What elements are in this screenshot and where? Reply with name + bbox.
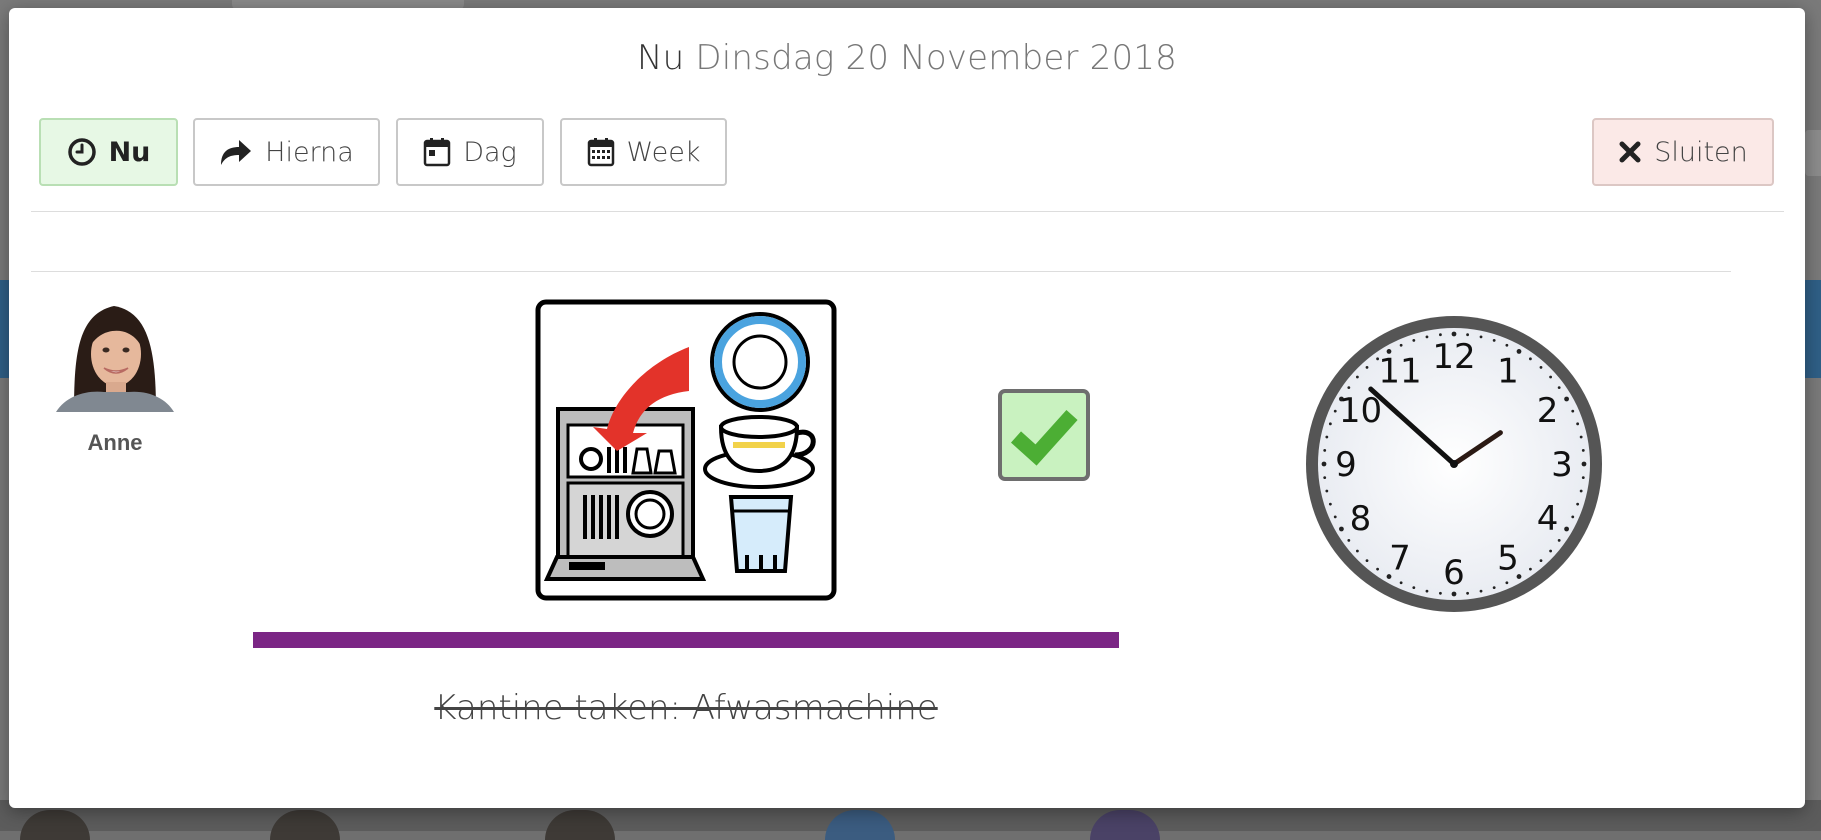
clock-tick [1529, 567, 1532, 571]
clock-tick [1365, 559, 1369, 563]
clock-numeral: 7 [1389, 539, 1411, 579]
clock-tick [1399, 343, 1403, 347]
clock-tick [1579, 435, 1583, 439]
clock-tick [1321, 461, 1327, 467]
clock-tick [1439, 333, 1442, 337]
clock-numeral: 5 [1497, 539, 1519, 579]
now-button-label: Nu [108, 136, 151, 168]
clock-tick [1466, 591, 1469, 595]
close-button-label: Sluiten [1654, 136, 1748, 168]
share-arrow-icon [221, 140, 252, 165]
clock-numeral: 1 [1497, 351, 1519, 391]
clock-tick [1479, 335, 1483, 339]
content-divider [31, 271, 1731, 272]
clock-tick [1325, 489, 1329, 493]
clock-numeral: 2 [1537, 391, 1559, 431]
clock-tick [1355, 549, 1359, 553]
analog-clock: 1 2 3 4 5 6 7 8 9 10 11 12 [1302, 312, 1606, 616]
clock-tick [1333, 515, 1337, 519]
task-label: Kantine taken: Afwasmachine [434, 688, 938, 728]
calendar-icon [423, 138, 451, 167]
clock-tick [1399, 581, 1403, 585]
clock-tick [1412, 338, 1416, 342]
next-button[interactable]: Hierna [193, 118, 380, 186]
clock-tick [1557, 386, 1561, 389]
task-done-checkbox[interactable] [998, 389, 1090, 481]
clock-tick [1549, 549, 1553, 553]
page-title: Nu Dinsdag 20 November 2018 [9, 38, 1805, 78]
day-button-label: Dag [463, 136, 517, 168]
clock-tick [1564, 526, 1569, 532]
clock-numeral: 4 [1537, 499, 1559, 539]
clock-numeral: 11 [1378, 351, 1421, 391]
clock-tick [1425, 589, 1429, 593]
week-button[interactable]: Week [560, 118, 727, 186]
clock-numeral: 6 [1443, 553, 1465, 593]
clock-tick [1339, 526, 1344, 532]
clock-tick [1347, 539, 1351, 542]
clock-tick [1323, 449, 1327, 452]
clock-numeral: 9 [1335, 445, 1357, 485]
clock-tick [1557, 539, 1561, 542]
clock-tick [1492, 586, 1496, 590]
next-button-label: Hierna [265, 136, 354, 168]
clock-tick [1571, 515, 1575, 519]
day-button[interactable]: Dag [396, 118, 544, 186]
clock-tick [1466, 333, 1469, 337]
clock-icon [67, 138, 96, 166]
clock-tick [1571, 409, 1575, 413]
calendar-week-icon [587, 138, 614, 167]
title-now-word: Nu [636, 38, 685, 78]
clock-numeral: 10 [1339, 391, 1382, 431]
clock-tick [1549, 375, 1553, 379]
clock-tick [1328, 422, 1332, 426]
clock-tick [1376, 567, 1379, 571]
clock-tick [1439, 591, 1442, 595]
clock-tick [1492, 338, 1496, 342]
close-button[interactable]: Sluiten [1592, 118, 1774, 186]
clock-tick [1479, 589, 1483, 593]
clock-tick [1365, 365, 1369, 369]
clock-tick [1328, 502, 1332, 506]
clock-tick [1579, 489, 1583, 493]
week-button-label: Week [626, 136, 701, 168]
clock-tick [1576, 422, 1580, 426]
clock-tick [1529, 357, 1532, 361]
now-modal: Nu Dinsdag 20 November 2018 Nu Hierna Da… [9, 8, 1805, 808]
clock-tick [1564, 396, 1569, 402]
background-edge [1805, 130, 1821, 176]
task-progress-bar [253, 632, 1119, 648]
clock-tick [1505, 343, 1509, 347]
clock-tick [1505, 581, 1509, 585]
user-name: Anne [87, 430, 143, 455]
close-icon [1619, 141, 1641, 163]
dishwasher-icon [535, 299, 837, 601]
clock-tick [1539, 559, 1543, 563]
clock-tick [1355, 375, 1359, 379]
now-button[interactable]: Nu [39, 118, 178, 186]
clock-numeral: 3 [1551, 445, 1573, 485]
clock-numeral: 12 [1432, 337, 1475, 377]
clock-tick [1581, 476, 1585, 479]
clock-tick [1412, 586, 1416, 590]
clock-tick [1425, 335, 1429, 339]
clock-tick [1451, 331, 1457, 337]
clock-numeral: 8 [1350, 499, 1372, 539]
toolbar-divider [31, 211, 1784, 212]
avatar [56, 294, 174, 412]
clock-tick [1576, 502, 1580, 506]
clock-tick [1323, 476, 1327, 479]
clock-tick [1581, 449, 1585, 452]
clock-tick [1347, 386, 1351, 389]
title-date: Dinsdag 20 November 2018 [695, 38, 1177, 78]
clock-tick [1333, 409, 1337, 413]
clock-tick [1581, 461, 1587, 467]
clock-tick [1539, 365, 1543, 369]
clock-tick [1325, 435, 1329, 439]
